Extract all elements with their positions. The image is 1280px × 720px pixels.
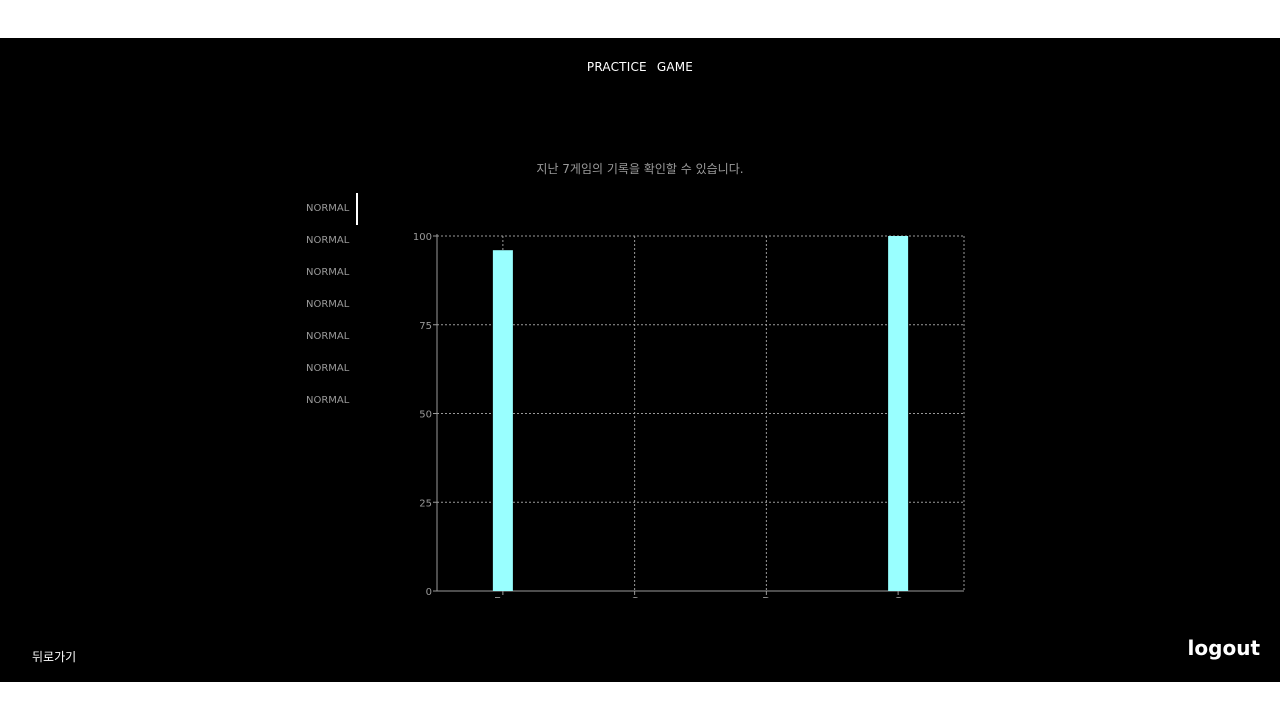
back-button[interactable]: 뒤로가기 xyxy=(32,648,76,665)
mode-item-1[interactable]: NORMAL xyxy=(306,193,366,225)
x-tick-label: C xyxy=(631,595,639,598)
game-mode-list: NORMAL NORMAL NORMAL NORMAL NORMAL NORMA… xyxy=(306,193,366,417)
bar-G xyxy=(888,236,909,591)
mode-item-6[interactable]: NORMAL xyxy=(306,353,366,385)
y-tick-label: 50 xyxy=(419,410,432,421)
x-tick-label: Em xyxy=(494,595,512,598)
history-description: 지난 7게임의 기록을 확인할 수 있습니다. xyxy=(536,162,744,176)
y-tick-label: 75 xyxy=(419,321,432,332)
y-tick-label: 100 xyxy=(413,232,432,243)
logout-button[interactable]: logout xyxy=(1188,636,1260,660)
page-title: PRACTICE GAME xyxy=(586,60,694,74)
mode-item-7[interactable]: NORMAL xyxy=(306,385,366,417)
y-tick-label: 0 xyxy=(426,587,432,598)
mode-item-4[interactable]: NORMAL xyxy=(306,289,366,321)
app-screen: PRACTICE GAME 지난 7게임의 기록을 확인할 수 있습니다. NO… xyxy=(0,38,1280,682)
mode-item-5[interactable]: NORMAL xyxy=(306,321,366,353)
x-tick-label: G xyxy=(894,595,903,598)
mode-item-2[interactable]: NORMAL xyxy=(306,225,366,257)
accuracy-chart: 0255075100EmCDGCodeAccuracy xyxy=(413,232,965,598)
y-tick-label: 25 xyxy=(419,498,432,509)
x-tick-label: D xyxy=(762,595,770,598)
bar-Em xyxy=(492,250,513,591)
mode-item-3[interactable]: NORMAL xyxy=(306,257,366,289)
